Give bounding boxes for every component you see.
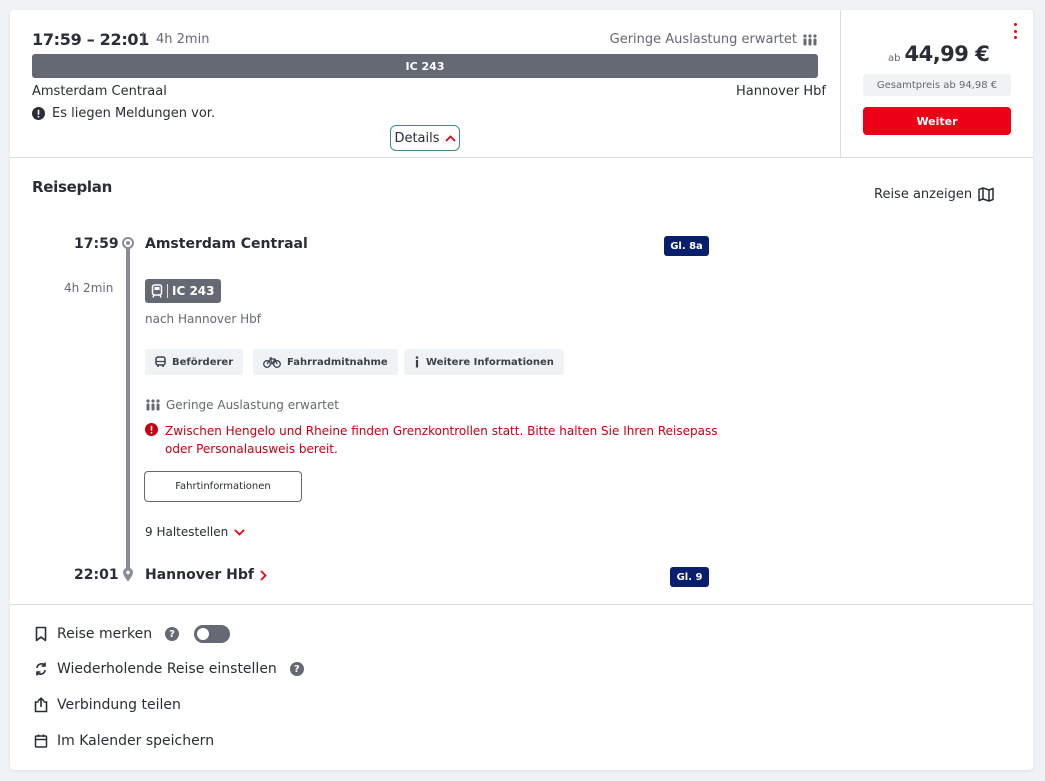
bike-chip[interactable]: Fahrradmitnahme — [253, 349, 398, 375]
save-calendar-row[interactable]: Im Kalender speichern — [34, 733, 214, 749]
repeat-trip-row[interactable]: Wiederholende Reise einstellen ? — [34, 661, 304, 677]
train-icon — [151, 284, 163, 298]
header-divider — [10, 157, 1033, 158]
border-control-warning: Zwischen Hengelo und Rheine finden Grenz… — [165, 424, 718, 456]
trip-info-button[interactable]: Fahrtinformationen — [144, 471, 302, 502]
arrival-time: 22:01 — [74, 567, 119, 583]
arrival-station: Hannover Hbf — [145, 567, 254, 583]
notice-text: Es liegen Meldungen vor. — [52, 106, 216, 121]
help-icon[interactable]: ? — [289, 662, 304, 676]
departure-station: Amsterdam Centraal — [145, 236, 308, 252]
price: ab 44,99 € — [888, 42, 990, 66]
price-prefix: ab — [888, 53, 901, 64]
arrival-platform-badge: Gl. 9 — [670, 567, 709, 587]
show-trip-link[interactable]: Reise anzeigen — [874, 187, 994, 202]
stops-label: 9 Haltestellen — [145, 525, 229, 539]
warning-icon — [145, 423, 158, 436]
save-trip-row: Reise merken ? — [34, 625, 231, 643]
vertical-divider — [840, 10, 841, 157]
departure-platform-badge: Gl. 8a — [664, 236, 709, 256]
details-button[interactable]: Details — [390, 125, 460, 151]
bookmark-icon — [35, 626, 47, 642]
more-menu-icon[interactable] — [1010, 23, 1020, 39]
segment-duration: 4h 2min — [64, 281, 114, 295]
save-trip-toggle[interactable] — [194, 625, 231, 643]
timeline-line — [126, 247, 130, 573]
map-icon — [978, 187, 994, 202]
share-connection-row[interactable]: Verbindung teilen — [34, 697, 181, 713]
calendar-icon — [34, 734, 48, 748]
save-calendar-label: Im Kalender speichern — [57, 733, 215, 749]
destination-station: Hannover Hbf — [736, 84, 826, 99]
save-trip-label: Reise merken — [57, 626, 153, 642]
chevron-up-icon — [444, 134, 456, 142]
share-connection-label: Verbindung teilen — [57, 697, 181, 713]
trip-duration: 4h 2min — [156, 32, 210, 47]
occupancy-label: Geringe Auslastung erwartet — [609, 32, 797, 47]
origin-station: Amsterdam Centraal — [32, 84, 167, 99]
notice: Es liegen Meldungen vor. — [32, 106, 215, 121]
bike-label: Fahrradmitnahme — [287, 356, 388, 368]
bicycle-icon — [263, 356, 281, 368]
location-pin-icon — [123, 567, 133, 582]
carrier-chip[interactable]: Beförderer — [145, 349, 244, 375]
stops-toggle[interactable]: 9 Haltestellen — [145, 525, 245, 539]
arrival-station-link[interactable]: Hannover Hbf — [145, 567, 267, 583]
train-badge: IC 243 — [145, 279, 221, 303]
help-icon[interactable]: ? — [165, 627, 180, 641]
chevron-right-icon — [260, 569, 267, 581]
occupancy-people-icon — [146, 399, 160, 411]
bus-icon — [155, 356, 166, 367]
occupancy-info: Geringe Auslastung erwartet — [610, 32, 818, 47]
more-info-chip[interactable]: Weitere Informationen — [404, 349, 564, 375]
continue-button[interactable]: Weiter — [863, 107, 1011, 135]
occupancy-people-icon — [803, 33, 817, 45]
connection-card: 17:59 – 22:01 | 4h 2min Geringe Auslastu… — [10, 10, 1033, 770]
train-direction: nach Hannover Hbf — [145, 312, 262, 326]
price-value: 44,99 € — [904, 42, 990, 66]
train-bar: IC 243 — [32, 54, 818, 78]
actions-divider — [10, 604, 1033, 605]
train-number: IC 243 — [172, 284, 215, 298]
more-info-label: Weitere Informationen — [426, 356, 554, 368]
reiseplan-title: Reiseplan — [32, 178, 112, 196]
times-separator: | — [141, 31, 146, 46]
share-icon — [34, 697, 48, 713]
departure-dot-icon — [122, 237, 134, 249]
exclamation-icon — [32, 107, 45, 120]
carrier-label: Beförderer — [172, 356, 234, 368]
departure-arrival-times: 17:59 – 22:01 — [32, 30, 150, 49]
show-trip-label: Reise anzeigen — [874, 187, 973, 202]
departure-time: 17:59 — [74, 236, 119, 252]
segment-occupancy-label: Geringe Auslastung erwartet — [166, 398, 339, 412]
details-label: Details — [394, 130, 440, 146]
info-icon — [415, 356, 419, 368]
repeat-trip-label: Wiederholende Reise einstellen — [57, 661, 277, 677]
segment-occupancy: Geringe Auslastung erwartet — [145, 398, 339, 412]
repeat-icon — [36, 662, 46, 676]
chevron-down-icon — [234, 528, 245, 536]
total-price: Gesamtpreis ab 94,98 € — [863, 74, 1011, 96]
